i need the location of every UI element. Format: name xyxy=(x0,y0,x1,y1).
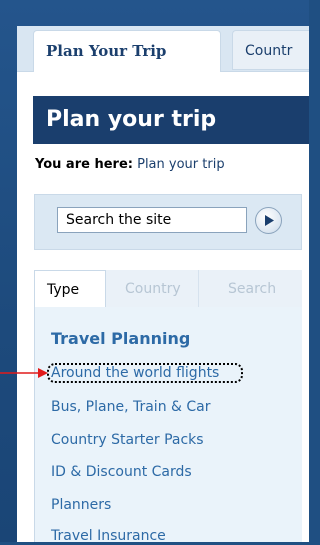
search-input[interactable] xyxy=(57,207,247,233)
link-country-starter-packs[interactable]: Country Starter Packs xyxy=(51,431,204,449)
link-travel-insurance[interactable]: Travel Insurance xyxy=(51,527,166,545)
link-planners[interactable]: Planners xyxy=(51,496,111,514)
tab-plan-your-trip[interactable]: Plan Your Trip xyxy=(33,30,221,72)
subtab-type[interactable]: Type xyxy=(34,270,106,309)
link-bus-plane-train-car[interactable]: Bus, Plane, Train & Car xyxy=(51,398,211,416)
focus-indicator xyxy=(47,363,243,383)
breadcrumb-prefix: You are here: xyxy=(35,157,133,172)
breadcrumb: You are here: Plan your trip xyxy=(35,156,225,174)
search-go-button[interactable] xyxy=(255,207,282,234)
tab-country[interactable]: Countr xyxy=(232,30,309,70)
page-title: Plan your trip xyxy=(46,107,217,132)
subtab-country[interactable]: Country xyxy=(119,270,199,308)
section-heading: Travel Planning xyxy=(51,329,191,348)
subtab-search[interactable]: Search xyxy=(214,270,294,308)
link-id-discount-cards[interactable]: ID & Discount Cards xyxy=(51,463,192,481)
play-arrow-icon xyxy=(265,215,274,226)
breadcrumb-current: Plan your trip xyxy=(137,157,225,172)
annotation-arrow-icon xyxy=(0,368,48,378)
